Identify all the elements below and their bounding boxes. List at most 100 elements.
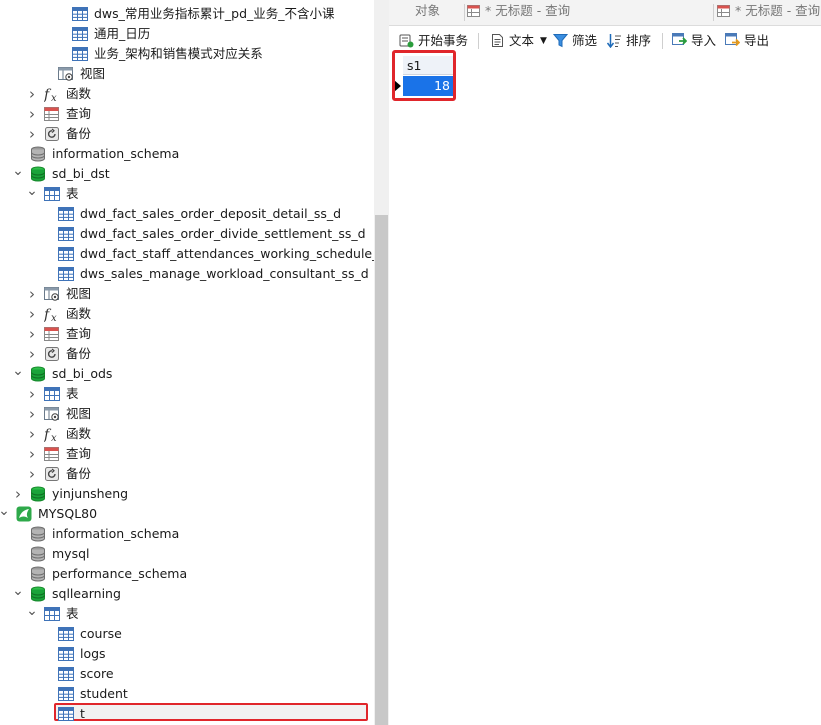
- view-icon: [44, 286, 60, 302]
- database-green-icon: [30, 586, 46, 602]
- tree-item[interactable]: › 备份: [0, 344, 374, 364]
- tree-item[interactable]: › yinjunsheng: [0, 484, 374, 504]
- begin-transaction-button[interactable]: 开始事务: [399, 31, 479, 51]
- tree-item-label: information_schema: [52, 146, 180, 161]
- tree-item-label: 备份: [66, 126, 92, 141]
- tree-item[interactable]: ⌄ 表: [0, 604, 374, 624]
- tree-item-label: dws_sales_manage_workload_consultant_ss_…: [80, 266, 369, 281]
- chevron-right-icon[interactable]: ›: [26, 404, 38, 424]
- tree-item[interactable]: ⌄ 表: [0, 184, 374, 204]
- query-tab-icon: [717, 5, 730, 17]
- chevron-right-icon[interactable]: ›: [26, 464, 38, 484]
- query-tab-icon: [467, 5, 480, 17]
- tree-item[interactable]: dws_sales_manage_workload_consultant_ss_…: [0, 264, 374, 284]
- chevron-down-icon[interactable]: ⌄: [12, 164, 24, 185]
- tree-item-label: sqllearning: [52, 586, 121, 601]
- chevron-right-icon[interactable]: ›: [12, 484, 24, 504]
- tree-item[interactable]: 视图: [0, 64, 374, 84]
- tree-item[interactable]: ⌄ sd_bi_ods: [0, 364, 374, 384]
- tree-item[interactable]: dws_常用业务指标累计_pd_业务_不含小课: [0, 4, 374, 24]
- chevron-right-icon[interactable]: ›: [26, 324, 38, 344]
- tree-item[interactable]: score: [0, 664, 374, 684]
- tree-item[interactable]: ⌄ MYSQL80: [0, 504, 374, 524]
- text-view-button[interactable]: 文本 ▼: [490, 31, 548, 51]
- selected-item-highlight: [54, 703, 368, 721]
- view-icon: [58, 66, 74, 82]
- export-button[interactable]: 导出: [725, 31, 773, 51]
- function-icon: fx: [43, 426, 60, 444]
- tree-item[interactable]: › 备份: [0, 464, 374, 484]
- database-grey-icon: [30, 566, 46, 582]
- tree-item[interactable]: › 表: [0, 384, 374, 404]
- tree-item-label: MYSQL80: [38, 506, 98, 521]
- tree-item-label: sd_bi_dst: [52, 166, 110, 181]
- database-grey-icon: [30, 526, 46, 542]
- database-green-icon: [30, 366, 46, 382]
- tree-item[interactable]: › f x 函数: [0, 84, 374, 104]
- tree-item[interactable]: 业务_架构和销售模式对应关系: [0, 44, 374, 64]
- tree-item[interactable]: information_schema: [0, 524, 374, 544]
- tree-item[interactable]: › 查询: [0, 324, 374, 344]
- chevron-down-icon[interactable]: ⌄: [12, 584, 24, 605]
- chevron-right-icon[interactable]: ›: [26, 284, 38, 304]
- tree-item[interactable]: t: [0, 703, 374, 724]
- chevron-right-icon[interactable]: ›: [26, 304, 38, 324]
- tree-item-label: 备份: [66, 466, 92, 481]
- table-icon: [58, 706, 74, 722]
- tree-item-label: 视图: [80, 66, 106, 81]
- tree-item-label: student: [80, 686, 128, 701]
- chevron-down-icon: ▼: [540, 36, 547, 46]
- tree-item[interactable]: 通用_日历: [0, 24, 374, 44]
- filter-button[interactable]: 筛选: [553, 31, 603, 51]
- svg-text:x: x: [51, 93, 57, 102]
- tree-item-label: information_schema: [52, 526, 180, 541]
- tree-item[interactable]: dwd_fact_sales_order_divide_settlement_s…: [0, 224, 374, 244]
- chevron-down-icon[interactable]: ⌄: [26, 604, 38, 625]
- tree-item[interactable]: › 备份: [0, 124, 374, 144]
- tree-item[interactable]: › 查询: [0, 444, 374, 464]
- tree-item-label: 表: [66, 606, 79, 621]
- chevron-down-icon[interactable]: ⌄: [0, 504, 10, 525]
- database-green-icon: [30, 166, 46, 182]
- chevron-right-icon[interactable]: ›: [26, 124, 38, 144]
- tree-item[interactable]: › 查询: [0, 104, 374, 124]
- tree-item-label: 函数: [66, 426, 92, 441]
- tree-item[interactable]: ⌄ sd_bi_dst: [0, 164, 374, 184]
- tree-item[interactable]: ⌄ sqllearning: [0, 584, 374, 604]
- import-button[interactable]: 导入: [672, 31, 720, 51]
- result-grid[interactable]: s1 18: [389, 50, 821, 725]
- import-icon: [672, 33, 687, 45]
- tree-item[interactable]: performance_schema: [0, 564, 374, 584]
- table-icon: [58, 226, 74, 242]
- function-icon: fx: [43, 306, 60, 324]
- tree-item-label: performance_schema: [52, 566, 188, 581]
- tree-item[interactable]: information_schema: [0, 144, 374, 164]
- tree-item[interactable]: › f x 函数: [0, 304, 374, 324]
- table-icon: [58, 246, 74, 262]
- chevron-right-icon[interactable]: ›: [26, 84, 38, 104]
- object-navigator[interactable]: dws_常用业务指标累计_pd_业务_不含小课 通用_日历 业务_架构和销售模式对应…: [0, 0, 374, 725]
- tree-item[interactable]: dwd_fact_sales_order_deposit_detail_ss_d: [0, 204, 374, 224]
- tree-item[interactable]: › 视图: [0, 404, 374, 424]
- tree-item[interactable]: student: [0, 684, 374, 704]
- tree-item-label: t: [80, 706, 85, 721]
- tree-item[interactable]: › f x 函数: [0, 424, 374, 444]
- sort-button[interactable]: 排序: [607, 31, 657, 51]
- chevron-right-icon[interactable]: ›: [26, 424, 38, 444]
- chevron-right-icon[interactable]: ›: [26, 444, 38, 464]
- chevron-right-icon[interactable]: ›: [26, 104, 38, 124]
- tables-icon: [44, 606, 60, 622]
- navigator-scrollbar[interactable]: [374, 0, 389, 725]
- chevron-right-icon[interactable]: ›: [26, 384, 38, 404]
- tree-item[interactable]: › 视图: [0, 284, 374, 304]
- tree-item[interactable]: mysql: [0, 544, 374, 564]
- chevron-right-icon[interactable]: ›: [26, 344, 38, 364]
- tab-objects[interactable]: 对象: [415, 0, 440, 25]
- database-grey-icon: [30, 546, 46, 562]
- chevron-down-icon[interactable]: ⌄: [12, 364, 24, 385]
- tree-item[interactable]: logs: [0, 644, 374, 664]
- tree-item[interactable]: course: [0, 624, 374, 644]
- tree-item[interactable]: dwd_fact_staff_attendances_working_sched…: [0, 244, 374, 264]
- scrollbar-thumb[interactable]: [375, 215, 388, 725]
- chevron-down-icon[interactable]: ⌄: [26, 184, 38, 205]
